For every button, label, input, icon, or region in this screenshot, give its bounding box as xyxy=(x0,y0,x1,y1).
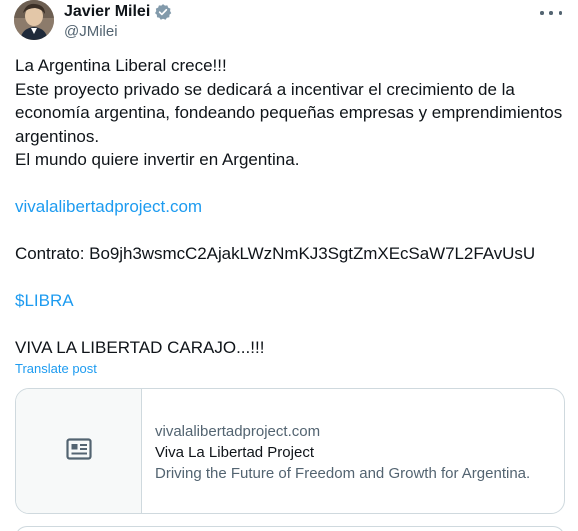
cashtag-link[interactable]: $LIBRA xyxy=(15,291,74,310)
next-item-edge xyxy=(15,526,565,531)
author-display-name[interactable]: Javier Milei xyxy=(64,2,150,22)
tweet-line: Este proyecto privado se dedicará a ince… xyxy=(15,79,515,99)
tweet-line: La Argentina Liberal crece!!! xyxy=(15,56,227,75)
card-text[interactable]: vivalalibertadproject.com Viva La Libert… xyxy=(142,389,530,513)
card-description: Driving the Future of Freedom and Growth… xyxy=(155,465,531,482)
avatar[interactable] xyxy=(14,0,54,40)
tweet-line: economía argentina, fondeando pequeñas e… xyxy=(15,103,563,122)
verified-badge-icon[interactable] xyxy=(154,3,172,21)
tweet-line: El mundo quiere invertir en Argentina. xyxy=(15,150,300,169)
card-title: Viva La Libertad Project xyxy=(155,444,314,461)
more-options-icon[interactable] xyxy=(540,6,562,20)
card-thumbnail[interactable] xyxy=(16,389,142,513)
tweet-closing: VIVA LA LIBERTAD CARAJO...!!! xyxy=(15,338,265,357)
translate-post-link[interactable]: Translate post xyxy=(15,361,97,377)
tweet-line: argentinos. xyxy=(15,126,100,146)
author-name-row[interactable]: Javier Milei xyxy=(64,2,172,22)
tweet-link[interactable]: vivalalibertadproject.com xyxy=(15,197,202,216)
tweet[interactable]: Javier Milei @JMilei La Argentina Libera… xyxy=(0,0,578,531)
author-handle[interactable]: @JMilei xyxy=(64,22,118,42)
contract-address: Contrato: Bo9jh3wsmcC2AjakLWzNmKJ3SgtZmX… xyxy=(15,244,536,263)
link-preview-card[interactable]: vivalalibertadproject.com Viva La Libert… xyxy=(15,388,565,514)
article-icon xyxy=(65,437,92,465)
card-domain: vivalalibertadproject.com xyxy=(155,423,321,440)
tweet-text: La Argentina Liberal crece!!! Este proye… xyxy=(15,54,570,360)
